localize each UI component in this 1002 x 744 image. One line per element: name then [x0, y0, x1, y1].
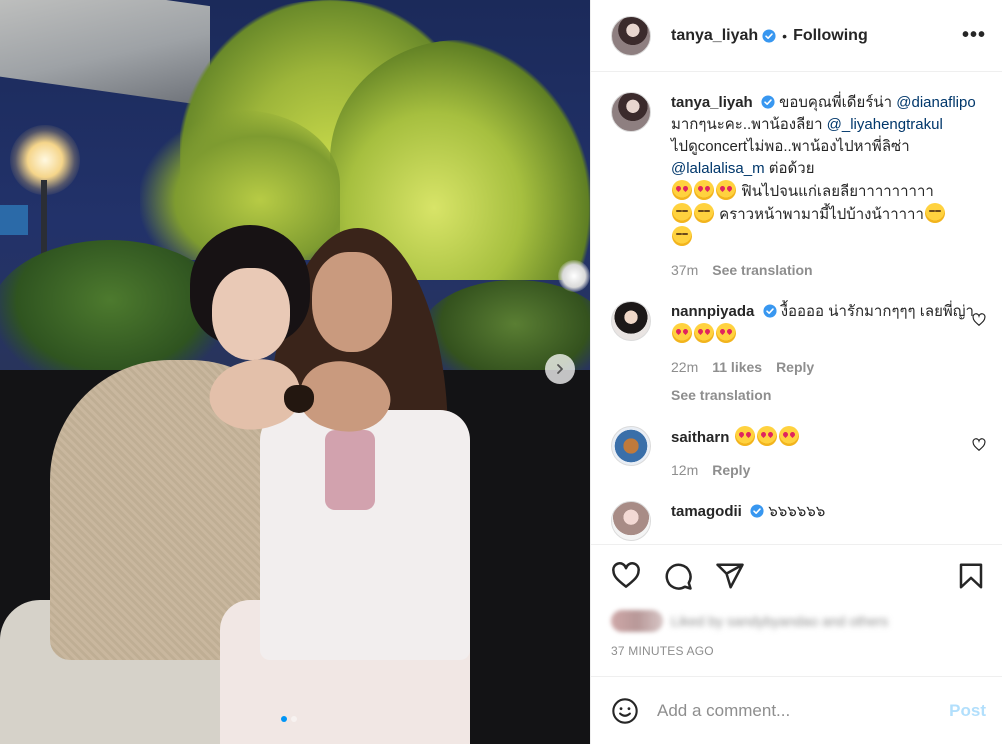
- grin-emoji-icon: [924, 203, 945, 223]
- person-left-face: [212, 268, 290, 360]
- caption-body: tanya_liyah ขอบคุณพี่เดียร์น่า @dianafli…: [671, 92, 986, 281]
- comment-body: saitharn 12m Reply: [671, 426, 986, 481]
- verified-badge-icon: [762, 28, 776, 43]
- post-side-panel: tanya_liyah • Following ••• tanya_liyah: [590, 0, 1002, 744]
- mention-link[interactable]: @lalalalisa_m: [671, 160, 765, 177]
- avatar[interactable]: [611, 15, 651, 56]
- like-comment-heart-icon[interactable]: [972, 438, 986, 452]
- carousel-dot-active: [281, 716, 287, 722]
- comment-body: nannpiyada งื้ออออ น่ารักมากๆๆๆ เลยพี่ญ่…: [671, 301, 986, 406]
- see-translation-link[interactable]: See translation: [671, 384, 986, 406]
- comment-item: saitharn 12m Reply: [611, 426, 986, 481]
- add-comment-bar: Post: [591, 676, 1002, 744]
- caption-text: มากๆนะคะ..พาน้องลียา: [671, 116, 827, 133]
- grin-emoji-icon: [672, 226, 692, 246]
- heart-shape: [284, 385, 314, 413]
- caption-text: ฟินไปจนแก่เลยลียาาาาาาาาา: [737, 183, 934, 200]
- caption-username[interactable]: tanya_liyah: [671, 94, 753, 111]
- more-options-icon[interactable]: •••: [962, 24, 986, 47]
- reply-button[interactable]: Reply: [712, 459, 750, 481]
- comment-body: tamagodii ๖๖๖๖๖๖: [671, 501, 986, 523]
- post-username[interactable]: tanya_liyah: [671, 27, 758, 45]
- see-translation-link[interactable]: See translation: [712, 259, 812, 281]
- comment-item: nannpiyada งื้ออออ น่ารักมากๆๆๆ เลยพี่ญ่…: [611, 301, 986, 406]
- comment-text: งื้ออออ น่ารักมากๆๆๆ เลยพี่ญ่า: [780, 303, 974, 320]
- heart-eyes-emoji-icon: [778, 426, 799, 446]
- caption-time[interactable]: 37m: [671, 259, 698, 281]
- heart-eyes-emoji-icon: [672, 180, 692, 200]
- laughing-emoji-icon: [694, 203, 714, 223]
- separator-dot: •: [782, 27, 788, 44]
- post-comment-button[interactable]: Post: [949, 701, 986, 721]
- comment-username[interactable]: nannpiyada: [671, 303, 754, 320]
- post-photo[interactable]: [0, 0, 590, 744]
- caption-text: คราวหน้าพามามี้ไปบ้างน้าาาาา: [715, 206, 924, 223]
- comment-bubble-icon[interactable]: [663, 561, 693, 591]
- comment-meta: 12m Reply: [671, 459, 986, 481]
- like-comment-heart-icon[interactable]: [972, 313, 986, 327]
- heart-eyes-emoji-icon: [734, 426, 755, 446]
- blue-sign: [0, 205, 28, 235]
- comments-list[interactable]: tanya_liyah ขอบคุณพี่เดียร์น่า @dianafli…: [591, 72, 1002, 544]
- carousel-next-button[interactable]: [545, 354, 575, 384]
- following-button[interactable]: Following: [793, 27, 868, 45]
- reply-button[interactable]: Reply: [776, 356, 814, 378]
- heart-eyes-emoji-icon: [756, 426, 777, 446]
- caption-meta: 37m See translation: [671, 259, 986, 281]
- like-heart-icon[interactable]: [611, 561, 641, 591]
- comment-time[interactable]: 12m: [671, 459, 698, 481]
- liked-by-avatars: [611, 610, 663, 632]
- avatar[interactable]: [611, 92, 651, 132]
- post-header: tanya_liyah • Following •••: [591, 0, 1002, 72]
- heart-eyes-emoji-icon: [716, 180, 736, 200]
- comment-meta: 22m 11 likes Reply: [671, 356, 986, 378]
- heart-eyes-emoji-icon: [716, 323, 736, 343]
- verified-badge-icon: [762, 304, 777, 318]
- distant-lamp: [558, 260, 590, 292]
- carousel-dot: [291, 716, 297, 722]
- verified-badge-icon: [761, 95, 775, 109]
- avatar[interactable]: [611, 501, 651, 541]
- chevron-right-icon: [557, 364, 563, 374]
- heart-eyes-emoji-icon: [694, 323, 714, 343]
- comment-username[interactable]: saitharn: [671, 429, 729, 446]
- share-paper-plane-icon[interactable]: [715, 561, 745, 591]
- liked-by-text[interactable]: Liked by sandybyandao and others: [671, 613, 888, 629]
- emoji-smiley-icon[interactable]: [611, 697, 639, 725]
- comment-time[interactable]: 22m: [671, 356, 698, 378]
- comment-username[interactable]: tamagodii: [671, 503, 742, 520]
- person-right-face: [312, 252, 392, 352]
- caption-text: ไปดูconcertไม่พอ..พาน้องไปหาพี่ลิซ่า: [671, 138, 910, 155]
- comment-text: ๖๖๖๖๖๖: [768, 503, 826, 520]
- shirt-print: [325, 430, 375, 510]
- mention-link[interactable]: @dianaflipo: [896, 94, 975, 111]
- mention-link[interactable]: @_liyahengtrakul: [827, 116, 943, 133]
- verified-badge-icon: [750, 504, 764, 518]
- post-timestamp[interactable]: 37 MINUTES AGO: [591, 636, 1002, 676]
- avatar[interactable]: [611, 426, 651, 466]
- action-bar: [591, 544, 1002, 606]
- comment-likes[interactable]: 11 likes: [712, 356, 762, 378]
- avatar[interactable]: [611, 301, 651, 341]
- caption-text: ขอบคุณพี่เดียร์น่า: [779, 94, 897, 111]
- laughing-emoji-icon: [672, 203, 692, 223]
- liked-by-row[interactable]: Liked by sandybyandao and others: [591, 606, 1002, 636]
- heart-eyes-emoji-icon: [672, 323, 692, 343]
- caption-text: ต่อด้วย: [764, 160, 815, 177]
- caption: tanya_liyah ขอบคุณพี่เดียร์น่า @dianafli…: [611, 92, 986, 281]
- carousel-dots: [281, 716, 297, 722]
- comment-item: tamagodii ๖๖๖๖๖๖: [611, 501, 986, 541]
- instagram-post-modal: tanya_liyah • Following ••• tanya_liyah: [0, 0, 1002, 744]
- heart-eyes-emoji-icon: [694, 180, 714, 200]
- bookmark-save-icon[interactable]: [956, 561, 986, 591]
- comment-input[interactable]: [657, 700, 950, 721]
